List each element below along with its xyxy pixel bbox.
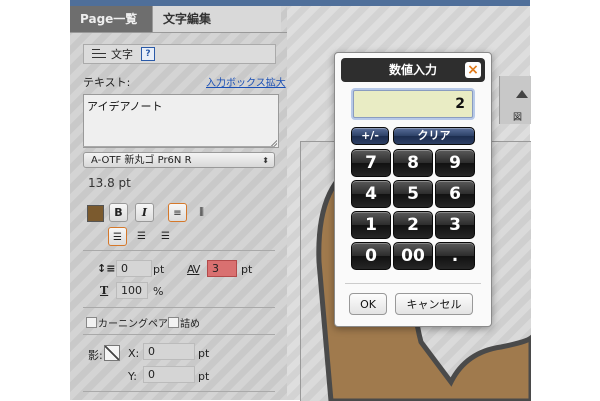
numeric-display[interactable]: 2	[353, 90, 473, 118]
divider	[83, 307, 275, 308]
vertical-text-icon: ⫼	[199, 207, 204, 218]
key-5[interactable]: 5	[393, 180, 433, 208]
align-left-button[interactable]: ☰	[108, 227, 127, 246]
key-00[interactable]: 00	[393, 242, 433, 270]
align-center-icon: ☰	[137, 231, 146, 242]
font-size-value: 13.8	[88, 176, 115, 190]
text-color-swatch[interactable]	[87, 205, 104, 222]
text-input[interactable]: アイデアノート	[83, 94, 279, 148]
dialog-title: 数値入力 ×	[341, 58, 485, 82]
close-icon[interactable]: ×	[465, 62, 481, 78]
align-right-icon: ☰	[161, 231, 170, 242]
line-spacing-input[interactable]: 0	[116, 260, 152, 277]
key-9[interactable]: 9	[435, 149, 475, 177]
expand-input-link[interactable]: 入力ボックス拡大	[206, 74, 286, 89]
select-arrows-icon: ⬍	[262, 156, 269, 165]
key-7[interactable]: 7	[351, 149, 391, 177]
line-spacing-icon: ↕≡	[97, 262, 116, 275]
dialog-divider	[345, 283, 481, 284]
shadow-color-swatch[interactable]	[104, 345, 120, 361]
key-4[interactable]: 4	[351, 180, 391, 208]
ruler-label: 図	[513, 113, 523, 123]
align-center-button[interactable]: ☰	[132, 227, 151, 246]
font-size-unit: pt	[118, 176, 131, 190]
shadow-y-label: Y:	[128, 370, 137, 383]
font-select-value: A-OTF 新丸ゴ Pr6N R	[91, 155, 192, 166]
divider	[83, 391, 275, 392]
key-decimal[interactable]: .	[435, 242, 475, 270]
divider	[83, 146, 275, 147]
shadow-label: 影:	[88, 349, 103, 362]
horizontal-text-button[interactable]: ≡	[168, 203, 187, 222]
text-lines-icon	[92, 49, 106, 59]
italic-button[interactable]: I	[135, 203, 154, 222]
line-spacing-unit: pt	[153, 263, 165, 276]
font-size-field[interactable]: 13.8 pt	[88, 176, 131, 190]
numeric-input-dialog: 数値入力 × 2 +/- クリア 7 8 9 4 5 6 1 2 3 0 00 …	[334, 52, 492, 327]
plus-minus-button[interactable]: +/-	[351, 127, 389, 145]
shadow-x-input[interactable]: 0	[143, 343, 195, 360]
cancel-button[interactable]: キャンセル	[395, 293, 473, 315]
shadow-y-input[interactable]: 0	[143, 366, 195, 383]
text-label: テキスト:	[83, 76, 131, 89]
kerning-label: カーニングペア	[98, 319, 168, 330]
key-6[interactable]: 6	[435, 180, 475, 208]
help-icon[interactable]: ?	[141, 47, 155, 61]
divider	[83, 250, 275, 251]
tab-divider	[70, 32, 287, 33]
section-header-text: 文字 ?	[83, 44, 276, 64]
clear-button[interactable]: クリア	[393, 127, 475, 145]
shadow-x-label: X:	[128, 347, 140, 360]
ruler-marker-icon[interactable]	[516, 90, 528, 98]
inspector-panel: Page一覧 文字編集 文字 ? テキスト: 入力ボックス拡大 アイデアノート …	[70, 6, 287, 400]
font-select[interactable]: A-OTF 新丸ゴ Pr6N R ⬍	[83, 152, 275, 168]
key-3[interactable]: 3	[435, 211, 475, 239]
horizontal-text-icon: ≡	[173, 208, 182, 219]
align-left-icon: ☰	[113, 232, 122, 243]
tab-text-edit[interactable]: 文字編集	[152, 6, 281, 32]
tracking-input[interactable]: 3	[207, 260, 237, 277]
shadow-y-unit: pt	[198, 370, 210, 383]
scale-input[interactable]: 100	[116, 282, 148, 299]
tab-page-list[interactable]: Page一覧	[70, 6, 152, 32]
kerning-checkbox[interactable]	[86, 317, 97, 328]
ruler-panel: 図	[499, 76, 531, 124]
key-8[interactable]: 8	[393, 149, 433, 177]
key-1[interactable]: 1	[351, 211, 391, 239]
key-2[interactable]: 2	[393, 211, 433, 239]
bold-button[interactable]: B	[109, 203, 128, 222]
shadow-x-unit: pt	[198, 347, 210, 360]
scale-unit: %	[153, 285, 164, 298]
divider	[83, 334, 275, 335]
tracking-label: AV	[187, 263, 200, 276]
tsume-checkbox[interactable]	[168, 317, 179, 328]
dialog-title-text: 数値入力	[388, 63, 437, 77]
text-scale-icon: T	[100, 284, 109, 297]
tracking-unit: pt	[241, 263, 253, 276]
tsume-label: 詰め	[180, 319, 200, 330]
panel-tabs: Page一覧 文字編集	[70, 6, 287, 32]
vertical-text-button[interactable]: ⫼	[192, 203, 211, 222]
section-title: 文字	[111, 48, 133, 61]
ok-button[interactable]: OK	[349, 293, 387, 315]
align-right-button[interactable]: ☰	[156, 227, 175, 246]
key-0[interactable]: 0	[351, 242, 391, 270]
text-input-value: アイデアノート	[87, 100, 163, 113]
